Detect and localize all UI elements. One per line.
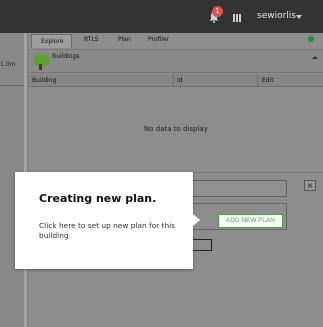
scale-label: 1.0m (0, 61, 16, 68)
table-header: Building Id Edit (28, 74, 323, 87)
tab-explore[interactable]: Explore (31, 34, 72, 48)
status-ok-icon (308, 36, 314, 42)
top-navbar: 1 sewiorlis (0, 0, 323, 33)
tutorial-tooltip: Creating new plan. Click here to set up … (15, 172, 193, 269)
column-building[interactable]: Building (32, 77, 56, 84)
tooltip-pointer (193, 214, 200, 226)
collapse-icon[interactable] (312, 56, 318, 59)
tab-profiler[interactable]: Profiler (148, 36, 169, 43)
plan-name-input[interactable] (188, 180, 287, 197)
tooltip-body: Click here to set up new plan for this b… (39, 221, 176, 240)
scale-rule (0, 85, 24, 86)
notification-badge: 1 (212, 6, 223, 17)
tab-bar: Explore RTLS Plan Profiler (28, 33, 323, 48)
buildings-section-header[interactable]: Buildings (28, 49, 323, 73)
caret-down-icon[interactable] (296, 15, 302, 19)
column-edit[interactable]: Edit (262, 77, 274, 84)
close-icon[interactable]: × (304, 180, 316, 191)
tab-rtls[interactable]: RTLS (84, 36, 99, 43)
empty-table-message: No data to display (144, 125, 208, 133)
section-title: Buildings (52, 53, 80, 60)
tree-icon (33, 54, 50, 70)
tab-plan[interactable]: Plan (118, 36, 131, 43)
column-divider (257, 74, 258, 87)
grid-icon[interactable] (233, 14, 242, 22)
user-menu[interactable]: sewiorlis (257, 11, 296, 21)
column-divider (173, 74, 174, 87)
tooltip-title: Creating new plan. (39, 192, 157, 205)
column-id[interactable]: Id (177, 77, 183, 84)
add-new-plan-button[interactable]: ADD NEW PLAN (218, 214, 283, 228)
